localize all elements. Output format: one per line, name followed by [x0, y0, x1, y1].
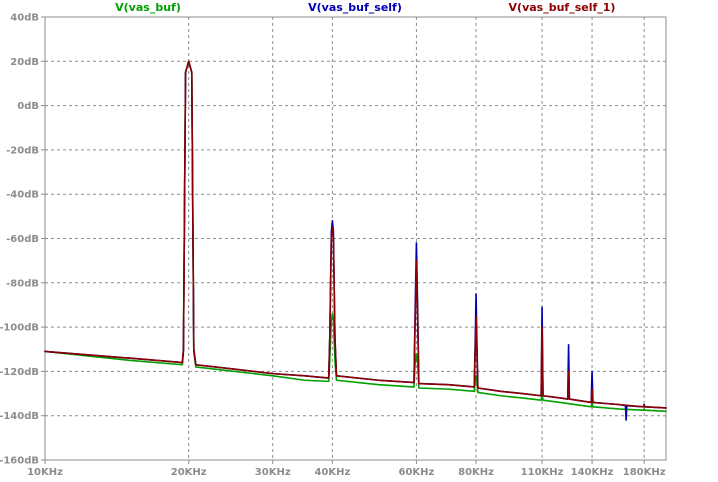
legend-label-vas-buf-self-1[interactable]: V(vas_buf_self_1) [509, 1, 616, 14]
plot-window: 40dB 20dB 0dB -20dB -40dB -60dB -80dB -100dB -12… [0, 0, 718, 482]
trace-v-vas-buf-self[interactable] [44, 60, 667, 421]
grid [45, 17, 666, 460]
traces[interactable] [44, 60, 667, 421]
y-tick-label: -120dB [0, 367, 39, 378]
y-tick-label: 0dB [17, 101, 39, 112]
legend-label-vas-buf-self[interactable]: V(vas_buf_self) [308, 1, 402, 14]
x-tick-label: 10KHz [27, 467, 63, 478]
x-tick-label: 60KHz [398, 467, 434, 478]
trace-v-vas-buf-self-1[interactable] [44, 60, 667, 409]
x-tick-label: 140KHz [571, 467, 614, 478]
x-tick-label: 180KHz [623, 467, 666, 478]
y-tick-label: -100dB [0, 323, 39, 334]
x-tick-label: 80KHz [458, 467, 494, 478]
legend-label-vas-buf[interactable]: V(vas_buf) [115, 1, 181, 14]
y-tick-label: 40dB [10, 13, 39, 24]
y-tick-label: -80dB [6, 278, 39, 289]
x-tick-label: 110KHz [521, 467, 564, 478]
y-tick-label: -160dB [0, 456, 39, 467]
spectrum-chart: 40dB 20dB 0dB -20dB -40dB -60dB -80dB -100dB -12… [0, 1, 667, 478]
x-tick-label: 30KHz [255, 467, 291, 478]
legend: V(vas_buf) V(vas_buf_self) V(vas_buf_sel… [115, 1, 615, 14]
x-tick-label: 40KHz [314, 467, 350, 478]
y-tick-label: 20dB [10, 57, 39, 68]
y-tick-label: -60dB [6, 234, 39, 245]
x-tick-label: 20KHz [171, 467, 207, 478]
y-tick-label: -140dB [0, 411, 39, 422]
plot-frame [44, 16, 667, 461]
y-tick-label: -40dB [6, 190, 39, 201]
y-tick-label: -20dB [6, 145, 39, 156]
